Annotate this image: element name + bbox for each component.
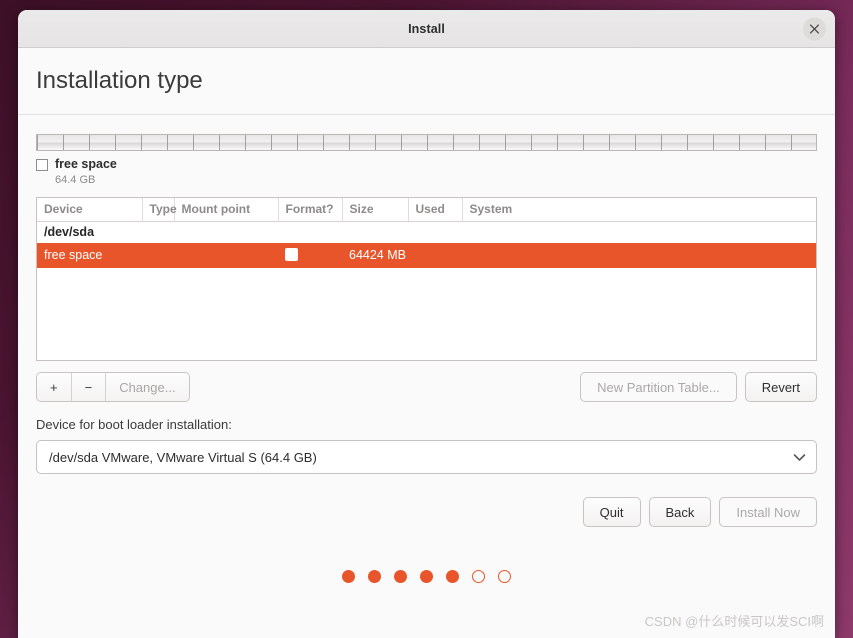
format-checkbox[interactable] [285,248,298,262]
cell-size: 64424 MB [342,243,408,269]
progress-dot [368,570,381,584]
table-header-row: Device Type Mount point Format? Size Use… [37,198,816,223]
cell-mount-point [174,222,278,244]
new-partition-table-button[interactable]: New Partition Table... [580,372,737,403]
bootloader-device-select[interactable]: /dev/sda VMware, VMware Virtual S (64.4 … [36,440,817,475]
progress-dot [498,570,511,584]
cell-type [142,222,174,244]
install-now-button[interactable]: Install Now [719,497,817,528]
disk-usage-bar [36,134,817,151]
close-icon[interactable] [803,17,826,40]
column-header-system[interactable]: System [462,198,816,223]
remove-partition-button[interactable]: − [71,373,107,402]
column-header-used[interactable]: Used [408,198,463,223]
table-row[interactable]: /dev/sda [37,222,816,244]
progress-dots [36,570,817,584]
progress-dot [420,570,433,584]
change-partition-button[interactable]: Change... [106,373,189,402]
legend-size-free-space: 64.4 GB [55,173,96,186]
column-header-format[interactable]: Format? [278,198,343,223]
partition-toolbar: + − Change... New Partition Table... Rev… [36,372,817,403]
cell-mount-point [174,243,278,269]
cell-type [142,243,174,269]
installation-type-content: free space 64.4 GB Device Type Mount poi… [18,115,835,638]
cell-device: /dev/sda [44,225,95,240]
watermark: CSDN @什么时候可以发SCI啊 [644,614,824,629]
progress-dot [472,570,485,584]
progress-dot [394,570,407,584]
add-partition-button[interactable]: + [37,373,72,402]
cell-size [342,222,408,244]
action-buttons: Quit Back Install Now [36,497,817,528]
bootloader-label: Device for boot loader installation: [36,417,232,433]
column-header-size[interactable]: Size [342,198,409,223]
install-window: Install Installation type free space 64.… [18,10,835,638]
partition-table[interactable]: Device Type Mount point Format? Size Use… [36,197,817,362]
window-title: Install [408,21,445,36]
cell-device: free space [37,243,142,269]
table-row[interactable]: free space 64424 MB [37,243,816,269]
cell-format [278,222,342,244]
cell-format [278,243,342,269]
page-header: Installation type [18,48,835,115]
partition-edit-group: + − Change... [36,372,190,403]
bootloader-selected-value: /dev/sda VMware, VMware Virtual S (64.4 … [49,449,317,465]
column-header-device[interactable]: Device [37,198,143,223]
cell-system [462,243,816,269]
legend-swatch-free-space [36,159,48,171]
revert-button[interactable]: Revert [744,372,817,403]
cell-system [462,222,816,244]
quit-button[interactable]: Quit [582,497,641,528]
legend-label-free-space: free space [55,157,117,171]
title-bar: Install [18,10,835,48]
disk-legend: free space 64.4 GB [36,157,817,187]
cell-used [408,243,462,269]
chevron-down-icon [793,453,806,462]
progress-dot [446,570,459,584]
back-button[interactable]: Back [648,497,712,528]
page-title: Installation type [36,67,203,94]
progress-dot [342,570,355,584]
cell-used [408,222,462,244]
column-header-mount-point[interactable]: Mount point [174,198,279,223]
legend-text: free space 64.4 GB [55,157,117,187]
column-header-type[interactable]: Type [142,198,177,223]
